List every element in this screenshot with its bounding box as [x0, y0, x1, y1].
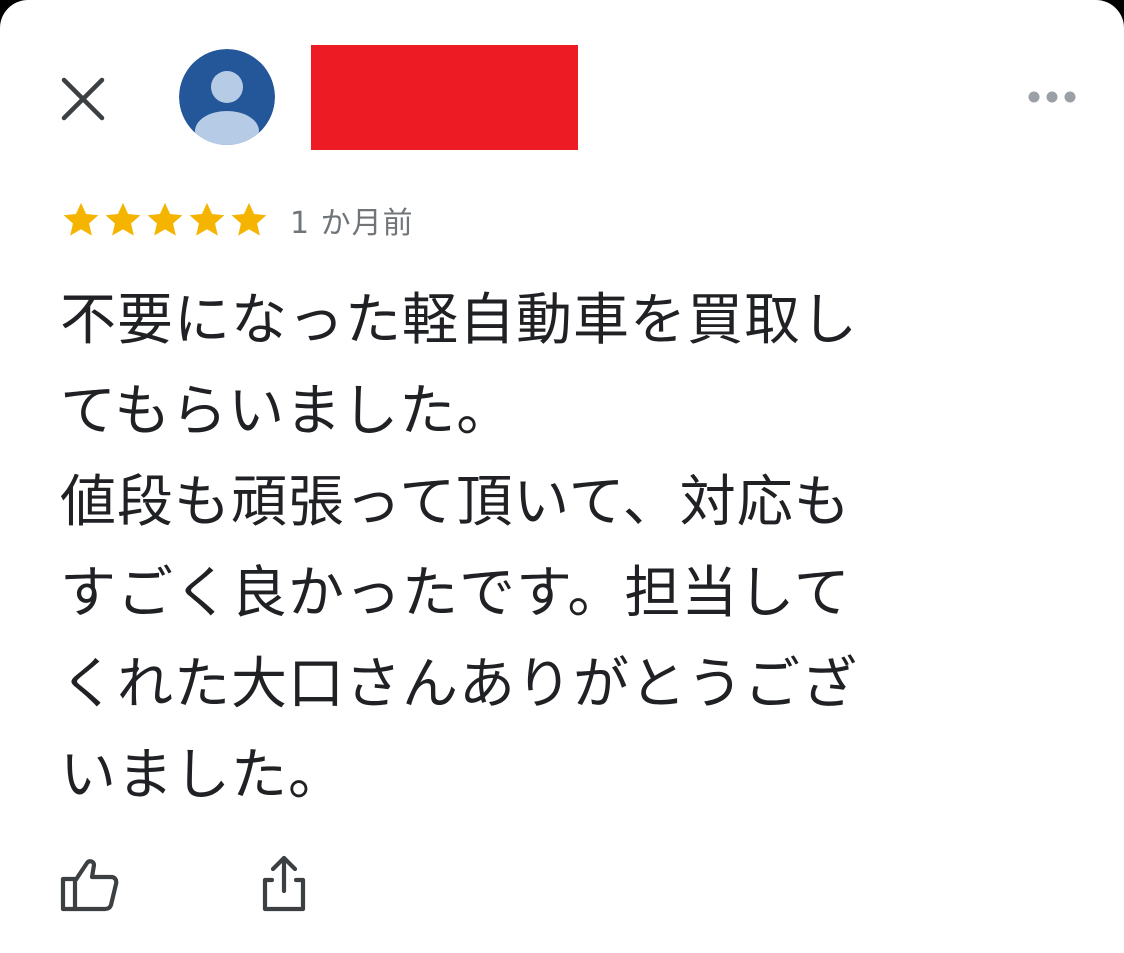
star-icon: [147, 202, 183, 236]
more-horizontal-icon: [1028, 91, 1076, 103]
close-icon: [61, 77, 105, 121]
star-icon: [189, 202, 225, 236]
rating-row: 1 か月前: [60, 198, 414, 242]
like-button[interactable]: [58, 855, 122, 915]
reviewer-name-redacted[interactable]: [311, 45, 578, 150]
star-icon: [105, 202, 141, 236]
reviewer-avatar[interactable]: [179, 49, 275, 145]
thumbs-up-icon: [60, 859, 119, 912]
redaction-box: [311, 45, 578, 150]
close-button[interactable]: [56, 72, 110, 126]
more-options-button[interactable]: [1022, 80, 1082, 114]
review-sheet: 1 か月前 不要になった軽自動車を買取し てもらいました。 値段も頑張って頂いて…: [0, 0, 1124, 953]
star-icon: [63, 202, 99, 236]
review-time-ago: 1 か月前: [290, 206, 414, 241]
star-rating: [60, 199, 270, 241]
review-text: 不要になった軽自動車を買取し てもらいました。 値段も頑張って頂いて、対応も す…: [60, 288, 858, 808]
star-icon: [231, 202, 267, 236]
share-icon: [262, 855, 306, 912]
share-button[interactable]: [256, 853, 312, 915]
default-user-avatar-icon: [179, 49, 275, 145]
